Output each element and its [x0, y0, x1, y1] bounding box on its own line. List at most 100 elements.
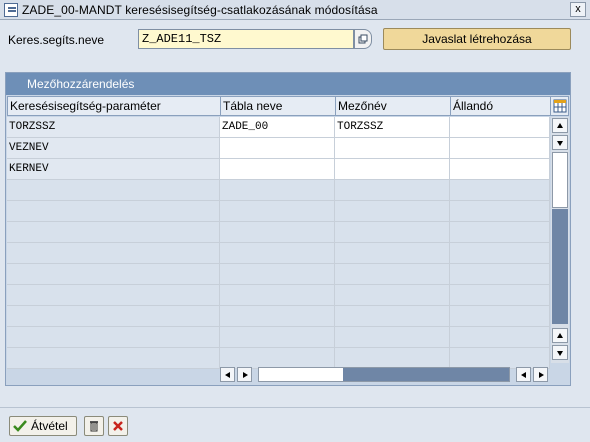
table-cell-empty — [450, 285, 550, 306]
table-cell-empty — [450, 180, 550, 201]
search-help-name-input[interactable]: Z_ADE11_TSZ — [138, 29, 354, 49]
cell-field-name[interactable] — [335, 138, 450, 159]
triangle-right-icon — [538, 371, 544, 378]
table-cell-empty — [220, 264, 335, 285]
cell-table-name[interactable]: ZADE_00 — [220, 117, 335, 138]
delete-button[interactable] — [84, 416, 104, 436]
field-assignment-group: Mezőhozzárendelés Keresésisegítség-param… — [5, 72, 571, 386]
cell-constant[interactable] — [450, 138, 550, 159]
scroll-bottom-button[interactable] — [552, 345, 568, 360]
group-title: Mezőhozzárendelés — [6, 73, 570, 95]
table-cell-empty — [450, 264, 550, 285]
triangle-up-icon — [557, 122, 563, 128]
scroll-left-button[interactable] — [516, 367, 531, 382]
table-row-empty — [7, 264, 550, 285]
cell-field-name[interactable] — [335, 159, 450, 180]
close-button[interactable]: x — [570, 2, 586, 17]
table-row-empty — [7, 327, 550, 348]
table-cell-empty — [220, 243, 335, 264]
value-help-icon — [358, 34, 368, 44]
vertical-scrollbar[interactable] — [551, 117, 569, 363]
horizontal-scroll-thumb[interactable] — [343, 368, 509, 381]
triangle-left-icon — [224, 371, 230, 378]
cancel-icon — [113, 421, 123, 431]
cell-table-name[interactable] — [220, 159, 335, 180]
cell-parameter: TORZSSZ — [7, 117, 220, 138]
table-cell-empty — [220, 180, 335, 201]
checkmark-icon — [13, 420, 27, 432]
table-row: VEZNEV — [7, 138, 550, 159]
table-cell-empty — [220, 306, 335, 327]
table-cell-empty — [450, 306, 550, 327]
scroll-right-button[interactable] — [237, 367, 252, 382]
table-cell-empty — [220, 327, 335, 348]
window-title: ZADE_00-MANDT keresésisegítség-csatlakoz… — [22, 2, 378, 17]
cell-constant[interactable] — [450, 117, 550, 138]
horizontal-scroll-track[interactable] — [258, 367, 510, 382]
table-row: KERNEV — [7, 159, 550, 180]
table-row-empty — [7, 243, 550, 264]
table-cell-empty — [7, 222, 220, 243]
table-row-empty — [7, 348, 550, 369]
scroll-top-button[interactable] — [552, 118, 568, 133]
table-cell-empty — [335, 327, 450, 348]
column-header-constant[interactable]: Állandó — [451, 96, 551, 116]
table-cell-empty — [220, 285, 335, 306]
triangle-left-icon — [520, 371, 526, 378]
table-settings-icon — [553, 99, 566, 113]
table-cell-empty — [7, 306, 220, 327]
table-header: Keresésisegítség-paraméter Tábla neve Me… — [7, 96, 551, 116]
table-row: TORZSSZ ZADE_00 TORZSSZ — [7, 117, 550, 138]
scroll-last-button[interactable] — [533, 367, 548, 382]
trash-icon — [90, 421, 98, 432]
table-cell-empty — [335, 180, 450, 201]
horizontal-scrollbar[interactable] — [220, 367, 550, 383]
triangle-right-icon — [242, 371, 248, 378]
cancel-button[interactable] — [108, 416, 128, 436]
triangle-down-icon — [557, 350, 563, 356]
scroll-up-button[interactable] — [552, 135, 568, 150]
table-cell-empty — [450, 348, 550, 369]
table-cell-empty — [450, 222, 550, 243]
table-cell-empty — [7, 285, 220, 306]
table-cell-empty — [450, 243, 550, 264]
cell-field-name[interactable]: TORZSSZ — [335, 117, 450, 138]
cell-parameter: VEZNEV — [7, 138, 220, 159]
table-cell-empty — [335, 222, 450, 243]
empty-rows — [7, 180, 550, 369]
title-bar: ZADE_00-MANDT keresésisegítség-csatlakoz… — [0, 0, 590, 20]
change-dialog-icon — [4, 2, 18, 17]
cell-constant[interactable] — [450, 159, 550, 180]
table-row-empty — [7, 222, 550, 243]
table-cell-empty — [335, 285, 450, 306]
table-cell-empty — [7, 327, 220, 348]
column-header-field-name[interactable]: Mezőnév — [336, 96, 451, 116]
table-cell-empty — [7, 180, 220, 201]
vertical-scroll-thumb[interactable] — [552, 152, 568, 208]
value-help-button[interactable] — [354, 29, 372, 49]
column-header-table-name[interactable]: Tábla neve — [221, 96, 336, 116]
triangle-down-icon — [557, 140, 563, 146]
scroll-down-button[interactable] — [552, 328, 568, 343]
table-row-empty — [7, 285, 550, 306]
table-cell-empty — [7, 348, 220, 369]
search-help-name-label: Keres.segíts.neve — [8, 33, 105, 47]
table-cell-empty — [335, 243, 450, 264]
table-row-empty — [7, 306, 550, 327]
field-assignment-table: TORZSSZ ZADE_00 TORZSSZ VEZNEV KERNEV — [7, 117, 550, 369]
table-cell-empty — [335, 348, 450, 369]
table-cell-empty — [335, 264, 450, 285]
cell-table-name[interactable] — [220, 138, 335, 159]
bottom-toolbar: Átvétel — [0, 407, 590, 442]
table-settings-button[interactable] — [550, 96, 569, 116]
create-proposal-button[interactable]: Javaslat létrehozása — [383, 28, 571, 50]
table-cell-empty — [220, 201, 335, 222]
table-cell-empty — [450, 327, 550, 348]
table-cell-empty — [220, 222, 335, 243]
table-cell-empty — [7, 201, 220, 222]
vertical-scroll-track[interactable] — [552, 209, 568, 324]
accept-button[interactable]: Átvétel — [9, 416, 77, 436]
table-row-empty — [7, 201, 550, 222]
scroll-first-button[interactable] — [220, 367, 235, 382]
column-header-parameter[interactable]: Keresésisegítség-paraméter — [7, 96, 221, 116]
